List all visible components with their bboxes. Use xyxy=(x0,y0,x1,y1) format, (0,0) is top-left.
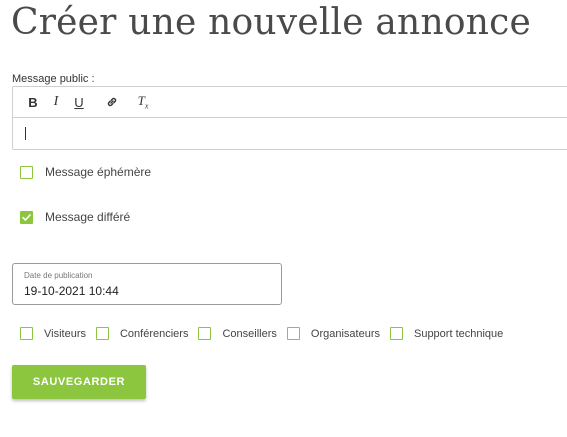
audience-options: Visiteurs Conférenciers Conseillers Orga… xyxy=(20,327,503,340)
audience-option-visiteurs[interactable]: Visiteurs xyxy=(20,327,86,340)
page-title: Créer une nouvelle annonce xyxy=(11,2,531,43)
link-icon xyxy=(107,97,117,107)
bold-button[interactable]: B xyxy=(23,92,43,112)
message-public-label: Message public : xyxy=(12,73,95,85)
visiteurs-label: Visiteurs xyxy=(44,327,86,340)
rich-text-editor: B I U Tx xyxy=(12,86,567,150)
editor-toolbar: B I U Tx xyxy=(13,87,567,118)
conferenciers-checkbox[interactable] xyxy=(95,327,109,340)
support-technique-label: Support technique xyxy=(413,327,504,340)
conseillers-checkbox[interactable] xyxy=(198,327,212,340)
publication-date-value[interactable]: 19-10-2021 10:44 xyxy=(24,284,119,298)
ephemeral-option[interactable]: Message éphémère xyxy=(20,165,151,179)
organisateurs-checkbox[interactable] xyxy=(286,327,300,340)
audience-option-organisateurs[interactable]: Organisateurs xyxy=(286,327,380,340)
link-button[interactable] xyxy=(102,92,122,112)
support-technique-checkbox[interactable] xyxy=(389,327,403,340)
audience-option-conseillers[interactable]: Conseillers xyxy=(198,327,277,340)
publication-date-label: Date de publication xyxy=(24,271,93,280)
deferred-option[interactable]: Message différé xyxy=(20,210,130,224)
organisateurs-label: Organisateurs xyxy=(310,327,380,340)
publication-date-field[interactable]: Date de publication 19-10-2021 10:44 xyxy=(12,263,282,305)
editor-text-area[interactable] xyxy=(13,118,567,149)
clear-format-button[interactable]: Tx xyxy=(133,92,153,112)
clear-format-icon: Tx xyxy=(137,93,149,111)
conferenciers-label: Conférenciers xyxy=(119,327,189,340)
text-caret xyxy=(25,127,26,140)
audience-option-support-technique[interactable]: Support technique xyxy=(389,327,504,340)
save-button[interactable]: SAUVEGARDER xyxy=(12,365,146,399)
deferred-label: Message différé xyxy=(45,210,131,224)
underline-button[interactable]: U xyxy=(69,92,89,112)
ephemeral-label: Message éphémère xyxy=(45,165,152,179)
visiteurs-checkbox[interactable] xyxy=(20,327,33,340)
audience-option-conferenciers[interactable]: Conférenciers xyxy=(95,327,189,340)
conseillers-label: Conseillers xyxy=(222,327,277,340)
ephemeral-checkbox[interactable] xyxy=(20,165,33,179)
italic-button[interactable]: I xyxy=(46,92,66,112)
deferred-checkbox[interactable] xyxy=(20,210,33,224)
checkmark-icon xyxy=(22,213,31,221)
